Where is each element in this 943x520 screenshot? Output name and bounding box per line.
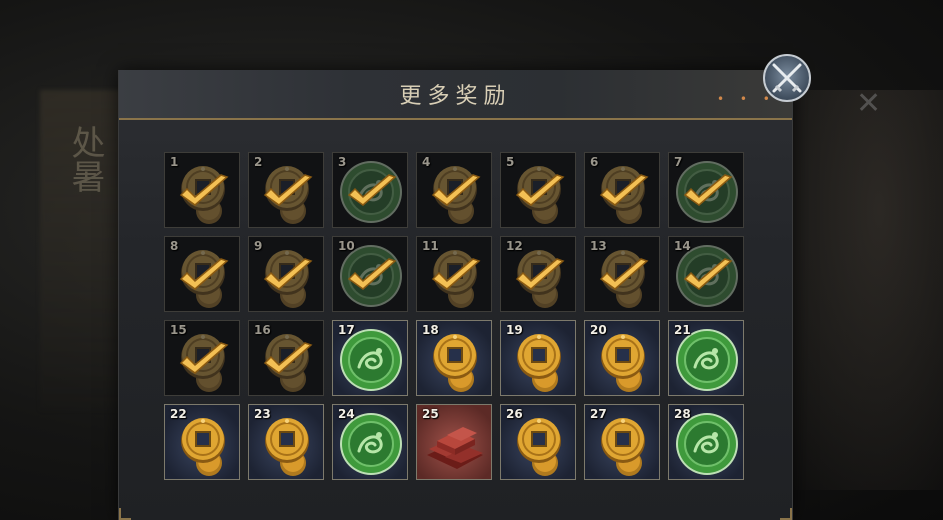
claimed-checkmark-icon [431, 174, 481, 206]
claimed-checkmark-icon [347, 174, 397, 206]
reward-number: 24 [338, 407, 355, 421]
reward-number: 2 [254, 155, 263, 169]
reward-slot-1[interactable]: 1 [164, 152, 240, 228]
reward-slot-21[interactable]: 21 [668, 320, 744, 396]
reward-slot-18[interactable]: 18 [416, 320, 492, 396]
reward-slot-8[interactable]: 8 [164, 236, 240, 312]
reward-slot-17[interactable]: 17 [332, 320, 408, 396]
reward-slot-24[interactable]: 24 [332, 404, 408, 480]
reward-grid: 1 2 3 4 5 6 7 8 9 10 11 12 13 14 15 16 17 18 19 20 21 22 23 24 2… [164, 152, 744, 480]
reward-slot-19[interactable]: 19 [500, 320, 576, 396]
reward-slot-22[interactable]: 22 [164, 404, 240, 480]
claimed-checkmark-icon [431, 258, 481, 290]
reward-slot-2[interactable]: 2 [248, 152, 324, 228]
claimed-checkmark-icon [263, 174, 313, 206]
reward-number: 25 [422, 407, 439, 421]
reward-number: 14 [674, 239, 691, 253]
reward-number: 11 [422, 239, 439, 253]
reward-slot-6[interactable]: 6 [584, 152, 660, 228]
claimed-checkmark-icon [347, 258, 397, 290]
corner-ornament [119, 508, 131, 520]
reward-number: 4 [422, 155, 431, 169]
claimed-checkmark-icon [263, 258, 313, 290]
reward-number: 26 [506, 407, 523, 421]
reward-number: 9 [254, 239, 263, 253]
reward-slot-16[interactable]: 16 [248, 320, 324, 396]
reward-slot-13[interactable]: 13 [584, 236, 660, 312]
reward-number: 5 [506, 155, 515, 169]
claimed-checkmark-icon [179, 342, 229, 374]
reward-number: 8 [170, 239, 179, 253]
reward-slot-3[interactable]: 3 [332, 152, 408, 228]
background-calligraphy: 处暑 [65, 125, 105, 193]
reward-number: 22 [170, 407, 187, 421]
reward-slot-5[interactable]: 5 [500, 152, 576, 228]
reward-number: 13 [590, 239, 607, 253]
reward-number: 7 [674, 155, 683, 169]
reward-slot-7[interactable]: 7 [668, 152, 744, 228]
claimed-checkmark-icon [179, 174, 229, 206]
reward-slot-23[interactable]: 23 [248, 404, 324, 480]
reward-number: 16 [254, 323, 271, 337]
reward-number: 21 [674, 323, 691, 337]
claimed-checkmark-icon [599, 258, 649, 290]
reward-slot-26[interactable]: 26 [500, 404, 576, 480]
close-button[interactable] [763, 54, 811, 102]
reward-number: 10 [338, 239, 355, 253]
claimed-checkmark-icon [683, 174, 733, 206]
reward-slot-11[interactable]: 11 [416, 236, 492, 312]
reward-slot-10[interactable]: 10 [332, 236, 408, 312]
claimed-checkmark-icon [683, 258, 733, 290]
reward-number: 23 [254, 407, 271, 421]
background-close-icon: ✕ [856, 86, 882, 121]
reward-number: 18 [422, 323, 439, 337]
reward-slot-12[interactable]: 12 [500, 236, 576, 312]
reward-number: 19 [506, 323, 523, 337]
corner-ornament [780, 508, 792, 520]
reward-number: 20 [590, 323, 607, 337]
background-scene-right [783, 90, 943, 490]
reward-slot-28[interactable]: 28 [668, 404, 744, 480]
reward-slot-25[interactable]: 25 [416, 404, 492, 480]
reward-number: 28 [674, 407, 691, 421]
claimed-checkmark-icon [263, 342, 313, 374]
claimed-checkmark-icon [515, 174, 565, 206]
reward-slot-4[interactable]: 4 [416, 152, 492, 228]
popup-title: 更多奖励 [399, 84, 512, 109]
claimed-checkmark-icon [599, 174, 649, 206]
reward-slot-9[interactable]: 9 [248, 236, 324, 312]
reward-number: 17 [338, 323, 355, 337]
reward-slot-15[interactable]: 15 [164, 320, 240, 396]
reward-number: 1 [170, 155, 179, 169]
crossed-swords-icon [772, 63, 802, 93]
reward-slot-20[interactable]: 20 [584, 320, 660, 396]
popup-header: 更多奖励 • • • [119, 70, 792, 120]
claimed-checkmark-icon [179, 258, 229, 290]
reward-number: 12 [506, 239, 523, 253]
reward-slot-14[interactable]: 14 [668, 236, 744, 312]
reward-slot-27[interactable]: 27 [584, 404, 660, 480]
claimed-checkmark-icon [515, 258, 565, 290]
reward-number: 3 [338, 155, 347, 169]
reward-number: 27 [590, 407, 607, 421]
reward-number: 6 [590, 155, 599, 169]
reward-number: 15 [170, 323, 187, 337]
